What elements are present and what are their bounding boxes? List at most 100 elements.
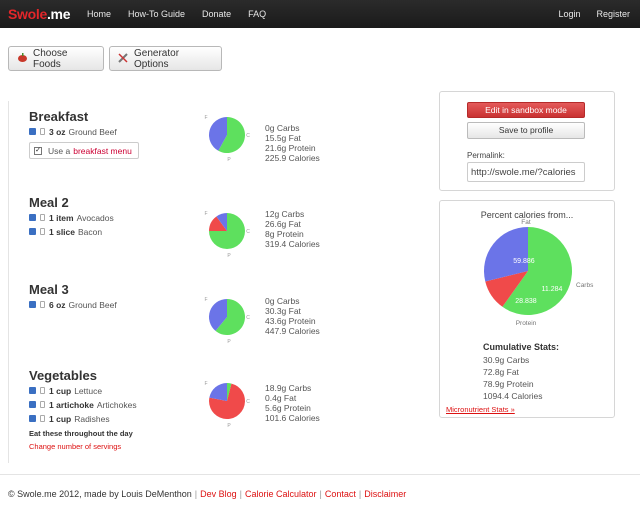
- brand-logo[interactable]: Swole.me: [8, 6, 71, 22]
- food-qty: 1 slice: [49, 226, 75, 237]
- food-row: 1 cup Lettuce: [29, 384, 137, 397]
- carbs-legend-label: Carbs: [576, 282, 594, 289]
- meal-title: Meal 2: [29, 195, 69, 210]
- carbs-value-label: 11.284: [542, 286, 563, 293]
- food-name[interactable]: Artichokes: [97, 400, 137, 410]
- meal-2-stats: 12g Carbs 26.6g Fat 8g Protein 319.4 Calori…: [265, 209, 320, 249]
- footer-dev-blog-link[interactable]: Dev Blog: [200, 489, 237, 499]
- carbs-pie-label: C: [246, 399, 250, 405]
- carbs-pie-label: C: [246, 133, 250, 139]
- footer-calorie-calculator-link[interactable]: Calorie Calculator: [245, 489, 317, 499]
- protein-legend-label: Protein: [516, 320, 537, 327]
- carbs-pie-label: C: [246, 229, 250, 235]
- cumulative-stats: 30.9g Carbs 72.8g Fat 78.9g Protein 1094…: [483, 355, 543, 401]
- change-servings-link[interactable]: Change number of servings: [29, 442, 137, 451]
- remove-food-icon[interactable]: [29, 301, 36, 308]
- fat-pie-label: F: [204, 115, 207, 121]
- fat-pie-label: F: [204, 381, 207, 387]
- breakfast-macro-pie: F C P: [204, 115, 250, 161]
- meal-breakfast: Breakfast 3 oz Ground Beef ✓ Use a breakf…: [29, 109, 139, 159]
- generator-options-button[interactable]: Generator Options: [109, 46, 222, 71]
- carbs-pie-label: C: [246, 315, 250, 321]
- meal-title: Breakfast: [29, 109, 89, 124]
- food-row: 3 oz Ground Beef: [29, 125, 139, 138]
- food-name[interactable]: Avocados: [77, 213, 114, 223]
- cumulative-stats-title: Cumulative Stats:: [483, 342, 560, 352]
- protein-value-label: 28.838: [515, 298, 537, 305]
- account-nav: Login Register: [542, 9, 630, 19]
- food-qty: 1 cup: [49, 413, 72, 424]
- total-macro-pie: Fat Carbs Protein 59.886 11.284 28.838: [484, 219, 594, 327]
- protein-pie-label: P: [227, 339, 231, 343]
- food-name[interactable]: Lettuce: [74, 386, 102, 396]
- fat-legend-label: Fat: [521, 219, 531, 226]
- checkbox-label: Use a: [48, 145, 71, 156]
- meal-2: Meal 2 1 item Avocados 1 slice Bacon: [29, 195, 114, 238]
- food-name[interactable]: Ground Beef: [69, 127, 117, 137]
- nav-donate[interactable]: Donate: [202, 9, 231, 19]
- remove-food-icon[interactable]: [29, 387, 36, 394]
- footer-divider: [0, 474, 640, 475]
- remove-food-icon[interactable]: [29, 415, 36, 422]
- edit-sandbox-button[interactable]: Edit in sandbox mode: [467, 102, 585, 118]
- save-to-profile-button[interactable]: Save to profile: [467, 122, 585, 139]
- tools-icon: [118, 52, 129, 66]
- vegetables-tip: Eat these throughout the day: [29, 429, 133, 438]
- footer-contact-link[interactable]: Contact: [325, 489, 356, 499]
- vegetables-stats: 18.9g Carbs 0.4g Fat 5.6g Protein 101.6 Cal…: [265, 383, 320, 423]
- food-name[interactable]: Bacon: [78, 227, 102, 237]
- lock-icon[interactable]: [40, 214, 45, 221]
- permalink-label: Permalink:: [467, 151, 505, 160]
- fat-pie-label: F: [204, 211, 207, 217]
- meal-title: Vegetables: [29, 368, 97, 383]
- protein-pie-label: P: [227, 253, 231, 257]
- permalink-input[interactable]: [467, 162, 585, 182]
- nav-login[interactable]: Login: [558, 9, 580, 19]
- lock-icon[interactable]: [40, 387, 45, 394]
- protein-pie-label: P: [227, 157, 231, 161]
- choose-foods-label: Choose Foods: [33, 47, 68, 70]
- remove-food-icon[interactable]: [29, 401, 36, 408]
- lock-icon[interactable]: [40, 415, 45, 422]
- food-icon: [17, 52, 28, 66]
- main-nav: Home How-To Guide Donate FAQ: [87, 9, 283, 19]
- nav-faq[interactable]: FAQ: [248, 9, 266, 19]
- food-row: 1 item Avocados: [29, 211, 114, 224]
- food-qty: 6 oz: [49, 299, 66, 310]
- meal-3: Meal 3 6 oz Ground Beef: [29, 282, 117, 311]
- micronutrient-stats-link[interactable]: Micronutrient Stats »: [446, 405, 515, 414]
- food-row: 1 slice Bacon: [29, 225, 114, 238]
- remove-food-icon[interactable]: [29, 128, 36, 135]
- top-nav-bar: Swole.me Home How-To Guide Donate FAQ Lo…: [0, 0, 640, 28]
- food-qty: 1 item: [49, 212, 74, 223]
- food-qty: 1 artichoke: [49, 399, 94, 410]
- lock-icon[interactable]: [40, 301, 45, 308]
- footer-disclaimer-link[interactable]: Disclaimer: [364, 489, 406, 499]
- remove-food-icon[interactable]: [29, 228, 36, 235]
- food-row: 1 artichoke Artichokes: [29, 398, 137, 411]
- food-name[interactable]: Radishes: [74, 414, 109, 424]
- footer: © Swole.me 2012, made by Louis DeMenthon…: [8, 489, 407, 499]
- meal-3-stats: 0g Carbs 30.3g Fat 43.6g Protein 447.9 Calo…: [265, 296, 320, 336]
- fat-value-label: 59.886: [513, 258, 535, 265]
- remove-food-icon[interactable]: [29, 214, 36, 221]
- nav-register[interactable]: Register: [596, 9, 630, 19]
- meal-plan: Breakfast 3 oz Ground Beef ✓ Use a breakf…: [8, 101, 428, 463]
- lock-icon[interactable]: [40, 401, 45, 408]
- actions-panel: Edit in sandbox mode Save to profile Per…: [439, 91, 615, 191]
- lock-icon[interactable]: [40, 128, 45, 135]
- meal-3-macro-pie: F C P: [204, 297, 250, 343]
- breakfast-menu-checkbox[interactable]: ✓: [34, 146, 42, 155]
- lock-icon[interactable]: [40, 228, 45, 235]
- choose-foods-button[interactable]: Choose Foods: [8, 46, 104, 71]
- fat-pie-label: F: [204, 297, 207, 303]
- nav-how-to-guide[interactable]: How-To Guide: [128, 9, 185, 19]
- nav-home[interactable]: Home: [87, 9, 111, 19]
- breakfast-menu-link[interactable]: breakfast menu: [73, 146, 132, 156]
- generator-options-label: Generator Options: [134, 47, 180, 70]
- breakfast-menu-option[interactable]: ✓ Use a breakfast menu: [29, 142, 139, 159]
- summary-panel: Percent calories from... Fat Carbs Protein…: [439, 200, 615, 418]
- protein-pie-label: P: [227, 423, 231, 427]
- food-row: 1 cup Radishes: [29, 412, 137, 425]
- food-name[interactable]: Ground Beef: [69, 300, 117, 310]
